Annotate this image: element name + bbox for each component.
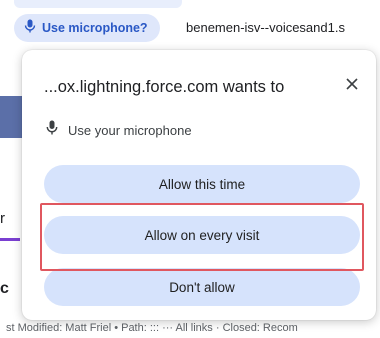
background-tab-underline (0, 238, 20, 241)
background-text-fragment: r (0, 210, 5, 227)
chip-label: Use microphone? (42, 21, 148, 35)
background-banner-fragment (0, 96, 22, 138)
microphone-icon (46, 120, 58, 140)
microphone-permission-chip[interactable]: Use microphone? (14, 14, 160, 42)
dont-allow-button[interactable]: Don't allow (44, 268, 360, 306)
background-metadata-text: st Modified: Matt Friel • Path: ::: ··· … (6, 322, 298, 334)
popup-title: ...ox.lightning.force.com wants to (44, 78, 285, 96)
allow-this-time-button[interactable]: Allow this time (44, 165, 360, 203)
allow-on-every-visit-button[interactable]: Allow on every visit (44, 216, 360, 254)
permission-label: Use your microphone (68, 122, 192, 138)
close-icon (346, 77, 358, 95)
background-heading-fragment: c (0, 280, 9, 297)
url-text[interactable]: benemen-isv--voicesand1.s (186, 20, 345, 35)
microphone-icon (24, 19, 36, 38)
close-button[interactable] (340, 74, 364, 98)
permission-row: Use your microphone (46, 120, 192, 140)
browser-page: Use microphone? benemen-isv--voicesand1.… (0, 0, 380, 338)
permission-popup: ...ox.lightning.force.com wants to Use y… (22, 50, 376, 320)
address-bar: Use microphone? benemen-isv--voicesand1.… (0, 0, 380, 48)
tab-strip-fragment (14, 0, 182, 8)
